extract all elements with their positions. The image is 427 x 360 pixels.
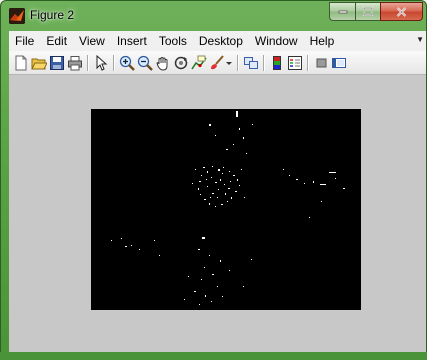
rotate-3d-icon[interactable] — [173, 55, 189, 71]
image-axes[interactable] — [91, 109, 361, 310]
menu-tools[interactable]: Tools — [153, 31, 193, 51]
menu-insert[interactable]: Insert — [111, 31, 153, 51]
figure-window: Figure 2 File Edit View Insert Tools Des… — [0, 0, 427, 360]
toolbar-separator — [113, 55, 114, 71]
toolbar-separator — [263, 55, 264, 71]
toolbar-separator — [237, 55, 238, 71]
window-controls — [329, 2, 423, 22]
link-plot-icon[interactable] — [243, 55, 259, 71]
menu-help[interactable]: Help — [304, 31, 341, 51]
menu-file[interactable]: File — [9, 31, 40, 51]
zoom-out-icon[interactable] — [137, 55, 153, 71]
minimize-button[interactable] — [329, 2, 355, 21]
insert-legend-icon[interactable] — [287, 55, 303, 71]
matlab-logo-icon — [9, 8, 25, 24]
figure-client-area: File Edit View Insert Tools Desktop Wind… — [9, 31, 426, 353]
close-button[interactable] — [380, 2, 423, 21]
toolbar-separator — [87, 55, 88, 71]
maximize-button[interactable] — [355, 2, 380, 21]
menu-bar: File Edit View Insert Tools Desktop Wind… — [9, 31, 426, 51]
insert-colorbar-icon[interactable] — [269, 55, 285, 71]
figure-toolbar — [9, 51, 426, 75]
brush-dropdown-icon[interactable] — [225, 55, 233, 71]
menu-window[interactable]: Window — [249, 31, 304, 51]
new-figure-icon[interactable] — [13, 55, 29, 71]
hide-plot-tools-icon[interactable] — [313, 55, 329, 71]
menu-edit[interactable]: Edit — [40, 31, 73, 51]
brush-icon[interactable] — [209, 55, 225, 71]
data-cursor-icon[interactable] — [191, 55, 207, 71]
title-bar[interactable]: Figure 2 — [1, 1, 426, 31]
zoom-in-icon[interactable] — [119, 55, 135, 71]
toolbar-separator — [307, 55, 308, 71]
minimize-icon — [338, 10, 347, 13]
maximize-icon — [363, 7, 373, 16]
print-figure-icon[interactable] — [67, 55, 83, 71]
window-title: Figure 2 — [30, 8, 75, 22]
menu-desktop[interactable]: Desktop — [193, 31, 249, 51]
menu-overflow-arrow-icon[interactable]: ▼ — [416, 35, 424, 44]
window-bottom-border — [0, 352, 427, 360]
open-file-icon[interactable] — [31, 55, 47, 71]
menu-view[interactable]: View — [73, 31, 111, 51]
show-plot-tools-icon[interactable] — [331, 55, 347, 71]
pan-hand-icon[interactable] — [155, 55, 171, 71]
edge-map-image — [111, 111, 345, 305]
save-figure-icon[interactable] — [49, 55, 65, 71]
close-icon — [396, 6, 407, 17]
edit-plot-arrow-icon[interactable] — [93, 55, 109, 71]
